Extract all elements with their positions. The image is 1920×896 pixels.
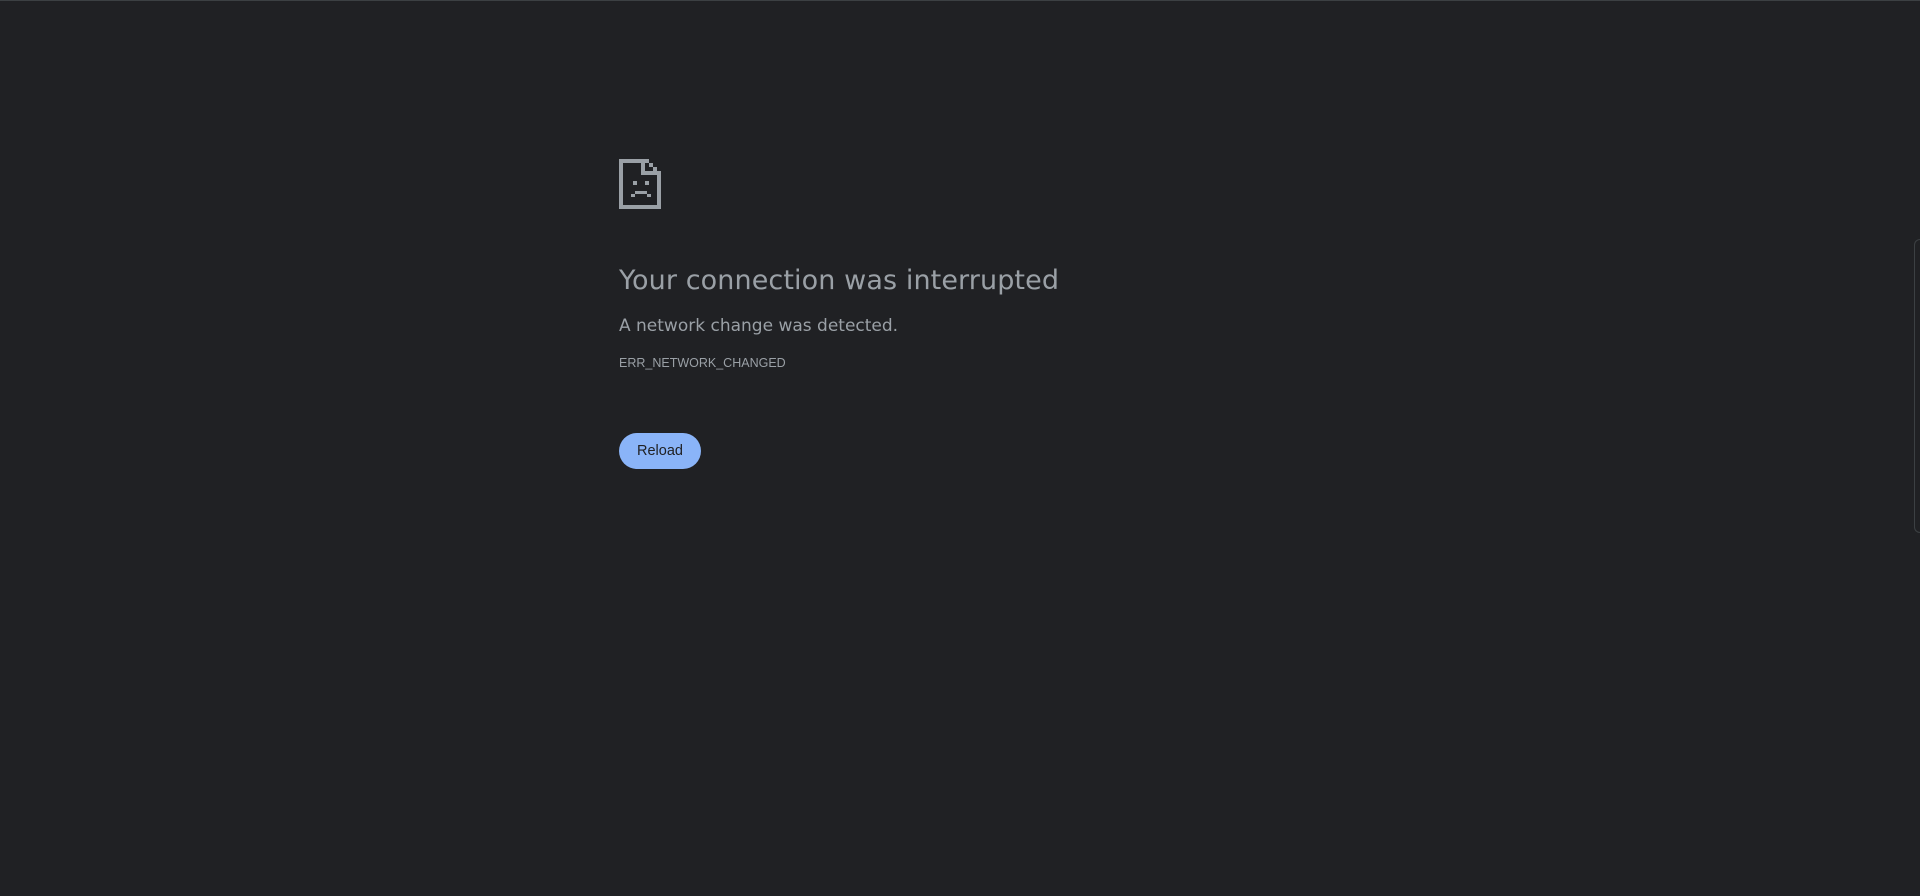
error-code: ERR_NETWORK_CHANGED [619, 356, 786, 370]
error-title: Your connection was interrupted [619, 265, 1060, 296]
error-page: Your connection was interrupted A networ… [619, 159, 1319, 469]
reload-button[interactable]: Reload [619, 433, 701, 469]
sad-document-icon [619, 159, 661, 209]
side-panel-edge[interactable] [1914, 239, 1920, 533]
error-description: A network change was detected. [619, 316, 899, 336]
